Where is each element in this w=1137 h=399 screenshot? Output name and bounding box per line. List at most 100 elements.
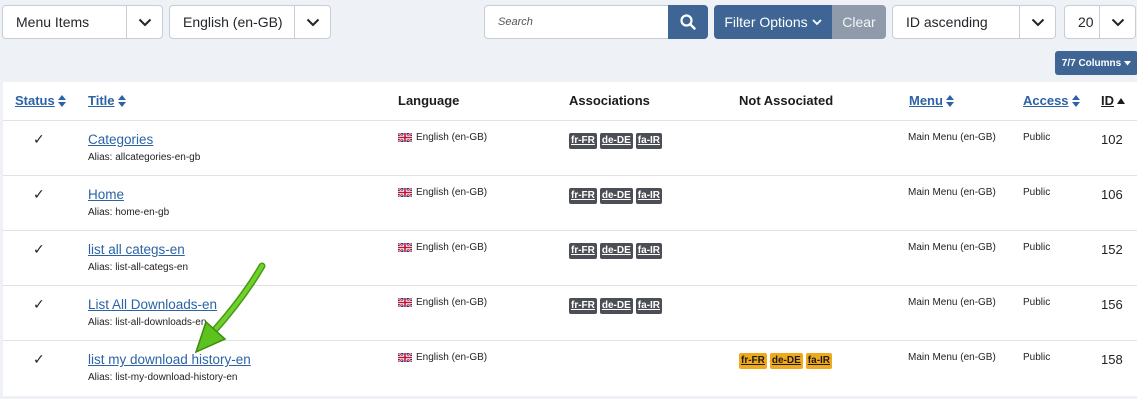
check-icon: ✓ (33, 131, 45, 147)
columns-button[interactable]: 7/7 Columns (1055, 51, 1137, 75)
association-badge[interactable]: de-DE (599, 298, 633, 314)
id-header-label: ID (1101, 93, 1114, 108)
item-alias: Alias: list-my-download-history-en (88, 372, 238, 383)
column-header-language: Language (398, 93, 459, 108)
table-row: ✓ list my download history-en Alias: list-… (3, 340, 1137, 395)
check-icon: ✓ (33, 241, 45, 257)
access-cell: Public (1023, 187, 1051, 198)
column-header-menu[interactable]: Menu (909, 93, 954, 108)
search-group (484, 5, 708, 39)
not-associated-badge[interactable]: de-DE (769, 353, 803, 369)
association-badge[interactable]: fr-FR (569, 133, 597, 149)
sort-icon (945, 94, 954, 107)
menu-header-label: Menu (909, 93, 943, 108)
filter-options-button[interactable]: Filter Options (714, 5, 832, 39)
uk-flag-icon (397, 242, 413, 253)
id-cell: 102 (1101, 132, 1123, 147)
limit-select[interactable]: 20 (1064, 5, 1136, 39)
chevron-down-icon (811, 18, 822, 25)
uk-flag-icon (397, 352, 413, 363)
columns-label: 7/7 Columns (1061, 57, 1122, 69)
search-button[interactable] (668, 5, 708, 39)
id-cell: 152 (1101, 242, 1123, 257)
association-badge[interactable]: fa-IR (635, 298, 663, 314)
access-cell: Public (1023, 352, 1051, 363)
ordering-select[interactable]: ID ascending (892, 5, 1056, 39)
check-icon: ✓ (33, 186, 45, 202)
check-icon: ✓ (33, 351, 45, 367)
id-cell: 106 (1101, 187, 1123, 202)
language-cell: English (en-GB) (397, 352, 488, 363)
associations-cell: fr-FR de-DE fa-IR (569, 298, 663, 314)
sort-icon (57, 94, 66, 107)
access-cell: Public (1023, 242, 1051, 253)
associations-cell: fr-FR de-DE fa-IR (569, 243, 663, 259)
column-header-id[interactable]: ID (1101, 93, 1125, 108)
association-badge[interactable]: fr-FR (569, 243, 597, 259)
status-header-label: Status (15, 93, 55, 108)
menu-cell: Main Menu (en-GB) (908, 297, 996, 308)
language-label: English (en-GB) (416, 187, 488, 198)
table-row: ✓ list all categs-en Alias: list-all-categ… (3, 230, 1137, 285)
column-header-associations: Associations (569, 93, 650, 108)
association-badge[interactable]: de-DE (599, 243, 633, 259)
item-title-link[interactable]: Home (88, 187, 124, 202)
association-badge[interactable]: fa-IR (635, 243, 663, 259)
language-header-label: Language (398, 93, 460, 108)
uk-flag-icon (397, 297, 413, 308)
check-icon: ✓ (33, 296, 45, 312)
filter-options-label: Filter Options (724, 14, 808, 30)
clear-label: Clear (842, 14, 876, 30)
access-cell: Public (1023, 132, 1051, 143)
column-header-status[interactable]: Status (15, 93, 66, 108)
sort-ascending-icon (1117, 97, 1125, 104)
column-header-title[interactable]: Title (88, 93, 126, 108)
caret-down-icon (1124, 60, 1132, 65)
table-row: ✓ Categories Alias: allcategories-en-gb Eng… (3, 120, 1137, 175)
chevron-down-icon (294, 6, 330, 38)
language-select[interactable]: English (en-GB) (169, 5, 331, 39)
language-select-value: English (en-GB) (183, 14, 283, 30)
menu-cell: Main Menu (en-GB) (908, 352, 996, 363)
not-associated-cell: fr-FR de-DE fa-IR (739, 353, 833, 369)
item-alias: Alias: home-en-gb (88, 207, 170, 218)
language-cell: English (en-GB) (397, 242, 487, 253)
menu-type-select[interactable]: Menu Items (2, 5, 163, 39)
search-icon (680, 14, 696, 30)
limit-select-value: 20 (1078, 14, 1094, 30)
column-header-access[interactable]: Access (1023, 93, 1080, 108)
association-badge[interactable]: fa-IR (635, 133, 663, 149)
menu-cell: Main Menu (en-GB) (908, 242, 996, 253)
menu-type-select-value: Menu Items (16, 14, 90, 30)
uk-flag-icon (397, 132, 413, 143)
language-cell: English (en-GB) (397, 297, 488, 308)
language-label: English (en-GB) (416, 297, 488, 308)
not-associated-badge[interactable]: fr-FR (739, 353, 767, 369)
search-input[interactable] (484, 5, 668, 39)
association-badge[interactable]: de-DE (599, 133, 633, 149)
item-title-link[interactable]: List All Downloads-en (88, 297, 217, 312)
chevron-down-icon (126, 6, 162, 38)
associations-cell: fr-FR de-DE fa-IR (569, 133, 663, 149)
table-row: ✓ List All Downloads-en Alias: list-all-do… (3, 285, 1137, 340)
table-row: ✓ Home Alias: home-en-gb English (en-GB) fr-… (3, 175, 1137, 230)
item-title-link[interactable]: Categories (88, 132, 153, 147)
language-label: English (en-GB) (416, 352, 488, 363)
language-cell: English (en-GB) (397, 187, 488, 198)
item-alias: Alias: allcategories-en-gb (88, 152, 201, 163)
association-badge[interactable]: de-DE (599, 188, 633, 204)
item-title-link[interactable]: list all categs-en (88, 242, 185, 257)
title-header-label: Title (88, 93, 115, 108)
item-title-link[interactable]: list my download history-en (88, 352, 251, 367)
menu-cell: Main Menu (en-GB) (908, 187, 996, 198)
associations-header-label: Associations (569, 93, 650, 108)
ordering-select-value: ID ascending (906, 14, 988, 30)
not-associated-badge[interactable]: fa-IR (805, 353, 833, 369)
associations-cell: fr-FR de-DE fa-IR (569, 188, 663, 204)
clear-button[interactable]: Clear (832, 5, 886, 39)
association-badge[interactable]: fr-FR (569, 188, 597, 204)
association-badge[interactable]: fr-FR (569, 298, 597, 314)
access-cell: Public (1023, 297, 1051, 308)
association-badge[interactable]: fa-IR (635, 188, 663, 204)
item-alias: Alias: list-all-downloads-en (88, 317, 207, 328)
